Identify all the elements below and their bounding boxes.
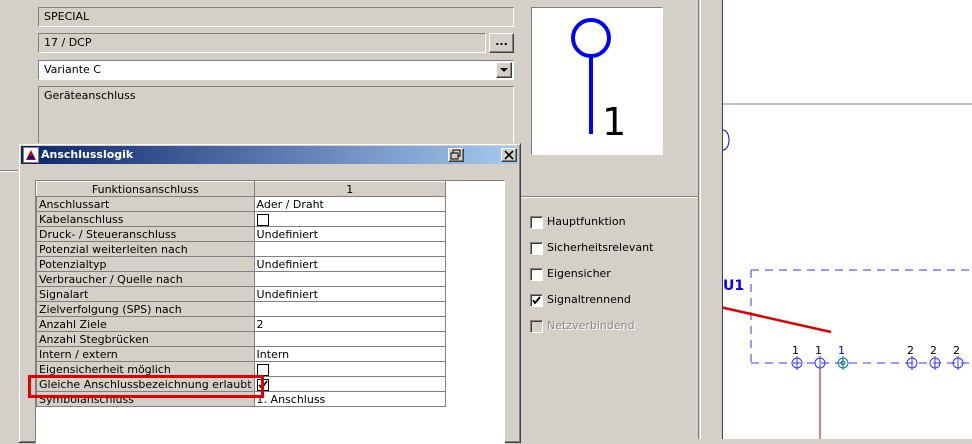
pin-label: 1 [838, 344, 845, 357]
row-label: Anzahl Stegbrücken [36, 331, 255, 347]
sicherheitsrelevant-checkbox[interactable] [530, 242, 543, 255]
variant-select[interactable]: Variante C [38, 60, 514, 80]
description-area[interactable]: Geräteanschluss [38, 86, 514, 148]
group-separator-right [520, 196, 708, 198]
restore-icon [450, 149, 461, 160]
row-value[interactable]: Undefiniert [253, 256, 447, 272]
check-mark-icon [532, 296, 541, 305]
property-table: Funktionsanschluss 1 Anschlussart Ader / … [36, 181, 447, 407]
symbol-preview: 1 [531, 7, 663, 155]
sicherheitsrelevant-label: Sicherheitsrelevant [547, 241, 654, 254]
pin-label: 1 [815, 344, 822, 357]
row-value[interactable]: Undefiniert [253, 286, 447, 302]
row-value[interactable]: 1. Anschluss [253, 391, 447, 407]
pin-label: 2 [953, 344, 960, 357]
pin-label: 1 [792, 344, 799, 357]
device-label-u1: U1 [723, 278, 745, 294]
schematic-drawing [710, 103, 972, 439]
row-label: Potenzial weiterleiten nach [36, 241, 255, 257]
row-value[interactable] [253, 241, 447, 257]
app-icon [23, 147, 39, 163]
netzverbindend-label: Netzverbindend [547, 319, 635, 332]
row-value-checkbox[interactable] [253, 211, 447, 227]
browse-button[interactable]: ... [489, 33, 514, 53]
row-value[interactable] [253, 331, 447, 347]
pin-label: 2 [907, 344, 914, 357]
row-label: Kabelanschluss [36, 211, 255, 227]
row-label: Anschlussart [36, 196, 255, 212]
row-label: Druck- / Steueranschluss [36, 226, 255, 242]
restore-button[interactable] [448, 148, 464, 162]
hauptfunktion-checkbox[interactable] [530, 216, 543, 229]
panel-divider-edge [700, 0, 701, 439]
table-row: Anzahl Ziele 2 [36, 316, 447, 332]
name-field[interactable]: SPECIAL [38, 7, 514, 27]
table-row: Signalart Undefiniert [36, 286, 447, 302]
table-row: Anzahl Stegbrücken [36, 331, 447, 347]
eigensicherheit-checkbox[interactable] [256, 363, 269, 376]
hauptfunktion-label: Hauptfunktion [547, 215, 626, 228]
row-label: Signalart [36, 286, 255, 302]
row-label: Intern / extern [36, 346, 255, 362]
eigensicher-checkbox[interactable] [530, 268, 543, 281]
table-row: Druck- / Steueranschluss Undefiniert [36, 226, 447, 242]
table-header-row: Funktionsanschluss 1 [36, 181, 447, 197]
table-row: Kabelanschluss [36, 211, 447, 227]
signaltrennend-label: Signaltrennend [547, 293, 631, 306]
row-value-checkbox[interactable] [253, 361, 447, 377]
dropdown-arrow-icon[interactable] [496, 62, 512, 78]
schematic-canvas[interactable]: U1 1 1 1 2 2 2 [710, 0, 972, 439]
function-field[interactable]: 17 / DCP [38, 33, 486, 53]
table-row: Potenzialtyp Undefiniert [36, 256, 447, 272]
table-row: Anschlussart Ader / Draht [36, 196, 447, 212]
row-value[interactable]: 2 [253, 316, 447, 332]
row-label: Anzahl Ziele [36, 316, 255, 332]
netzverbindend-checkbox [530, 320, 543, 333]
table-row: Intern / extern Intern [36, 346, 447, 362]
close-button[interactable] [501, 148, 517, 162]
highlight-box [28, 375, 264, 398]
table-row: Potenzial weiterleiten nach [36, 241, 447, 257]
close-icon [504, 150, 514, 160]
row-value-checkbox[interactable] [253, 376, 447, 392]
checkbox-group: Hauptfunktion Sicherheitsrelevant Eigens… [530, 212, 700, 342]
row-label: Potenzialtyp [36, 256, 255, 272]
symbol-number: 1 [602, 100, 627, 144]
table-row: Verbraucher / Quelle nach [36, 271, 447, 287]
anschlusslogik-dialog: Anschlusslogik Funktionsanschluss 1 Ansc… [18, 143, 521, 444]
dialog-title: Anschlusslogik [41, 148, 134, 161]
column-header[interactable]: Funktionsanschluss [36, 181, 255, 197]
row-value[interactable]: Ader / Draht [253, 196, 447, 212]
row-value[interactable]: Intern [253, 346, 447, 362]
row-value[interactable] [253, 271, 447, 287]
description-text: Geräteanschluss [44, 89, 136, 102]
table-row: Zielverfolgung (SPS) nach [36, 301, 447, 317]
row-label: Zielverfolgung (SPS) nach [36, 301, 255, 317]
kabelanschluss-checkbox[interactable] [256, 213, 269, 226]
row-value[interactable]: Undefiniert [253, 226, 447, 242]
signaltrennend-checkbox[interactable] [530, 294, 543, 307]
eigensicher-label: Eigensicher [547, 267, 611, 280]
pin-label: 2 [930, 344, 937, 357]
property-grid: Funktionsanschluss 1 Anschlussart Ader / … [35, 180, 505, 444]
column-header[interactable]: 1 [253, 181, 447, 197]
variant-select-value: Variante C [44, 63, 101, 76]
panel-divider [698, 0, 722, 439]
dialog-titlebar[interactable]: Anschlusslogik [21, 146, 518, 164]
row-value[interactable] [253, 301, 447, 317]
row-label: Verbraucher / Quelle nach [36, 271, 255, 287]
connection-symbol-icon [571, 18, 611, 134]
